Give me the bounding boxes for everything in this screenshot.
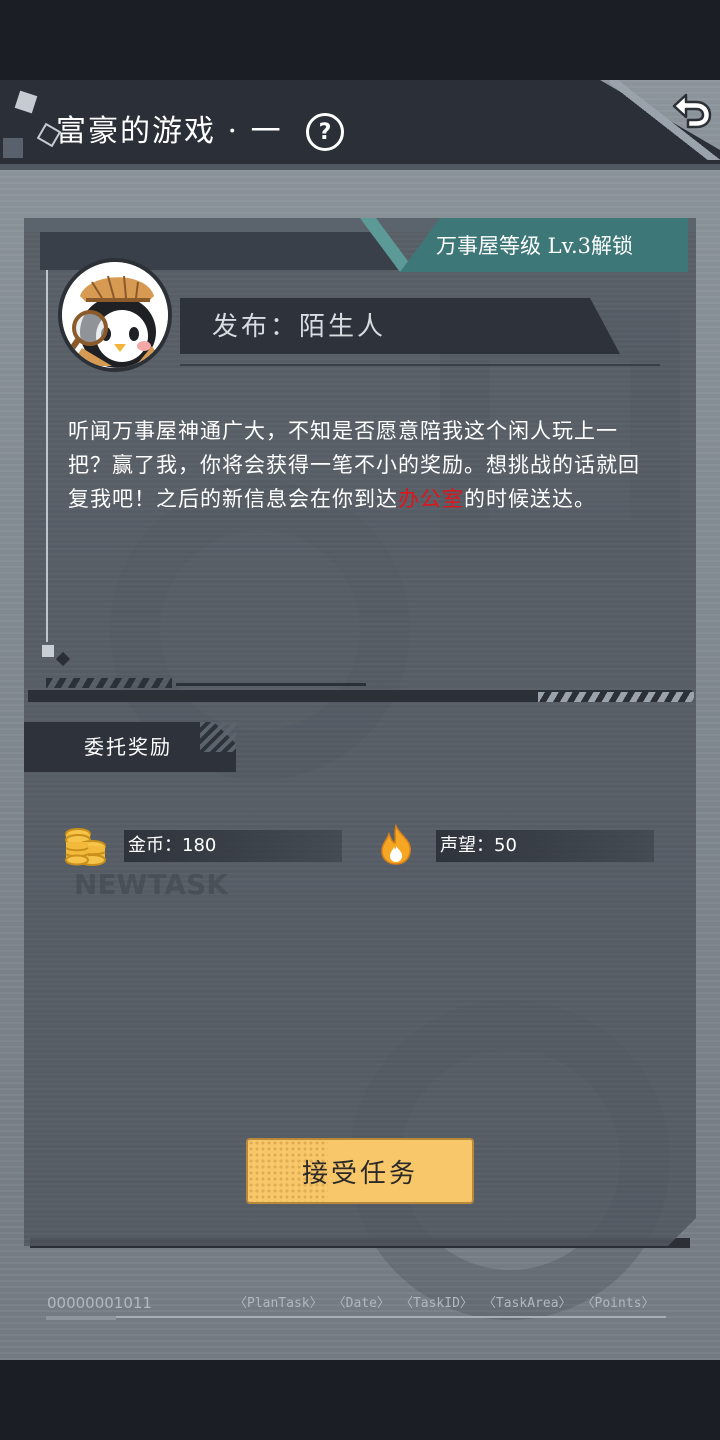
- task-description: 听闻万事屋神通广大，不知是否愿意陪我这个闲人玩上一把？赢了我，你将会获得一笔不小…: [68, 414, 648, 516]
- footer-tag: 〈Date〉: [332, 1296, 390, 1311]
- fire-icon: [378, 823, 414, 866]
- divider-line: [176, 683, 366, 686]
- task-id: 00000001011: [47, 1294, 152, 1312]
- rail-dot: [42, 645, 54, 657]
- reward-section-title: 委托奖励: [84, 735, 172, 759]
- screen: 富豪的游戏 · 一 ? 万事屋等级 Lv.3解锁 发布：陌生人 听闻万事屋神通广…: [0, 0, 720, 1440]
- footer-tag: 〈TaskArea〉: [482, 1296, 572, 1311]
- unlock-requirement: 万事屋等级 Lv.3解锁: [436, 234, 634, 258]
- location-highlight: 办公室: [398, 487, 464, 511]
- accept-task-label: 接受任务: [301, 1158, 418, 1189]
- navigation-bar-area: [0, 1360, 720, 1440]
- reward-gold-label: 金币：180: [128, 835, 217, 856]
- publisher-label: 发布：陌生人: [212, 312, 387, 342]
- watermark: NEWTASK: [74, 868, 228, 901]
- footer-tag: 〈TaskID〉: [399, 1296, 473, 1311]
- footer-line: [46, 1316, 666, 1318]
- penguin-detective-icon: [62, 262, 168, 368]
- footer-tag: 〈PlanTask〉: [234, 1296, 323, 1311]
- left-rail: [46, 270, 48, 642]
- reward-fame-label: 声望：50: [440, 835, 517, 856]
- decor-square: [3, 138, 23, 158]
- divider-hatch: [46, 678, 172, 688]
- footer-tags: 〈PlanTask〉 〈Date〉 〈TaskID〉 〈TaskArea〉 〈P…: [234, 1294, 655, 1314]
- accept-task-button[interactable]: 接受任务: [246, 1138, 474, 1204]
- gold-coins-icon: [64, 826, 108, 866]
- description-text: 的时候送达。: [464, 487, 596, 511]
- help-icon[interactable]: ?: [306, 113, 344, 151]
- avatar: [58, 258, 172, 372]
- page-title: 富豪的游戏 · 一: [56, 114, 283, 149]
- divider-hatch: [538, 692, 694, 702]
- footer-tag: 〈Points〉: [581, 1296, 655, 1311]
- return-arrow-icon[interactable]: [664, 86, 714, 132]
- status-bar-area: [0, 0, 720, 80]
- title-bar-edge: [0, 164, 720, 170]
